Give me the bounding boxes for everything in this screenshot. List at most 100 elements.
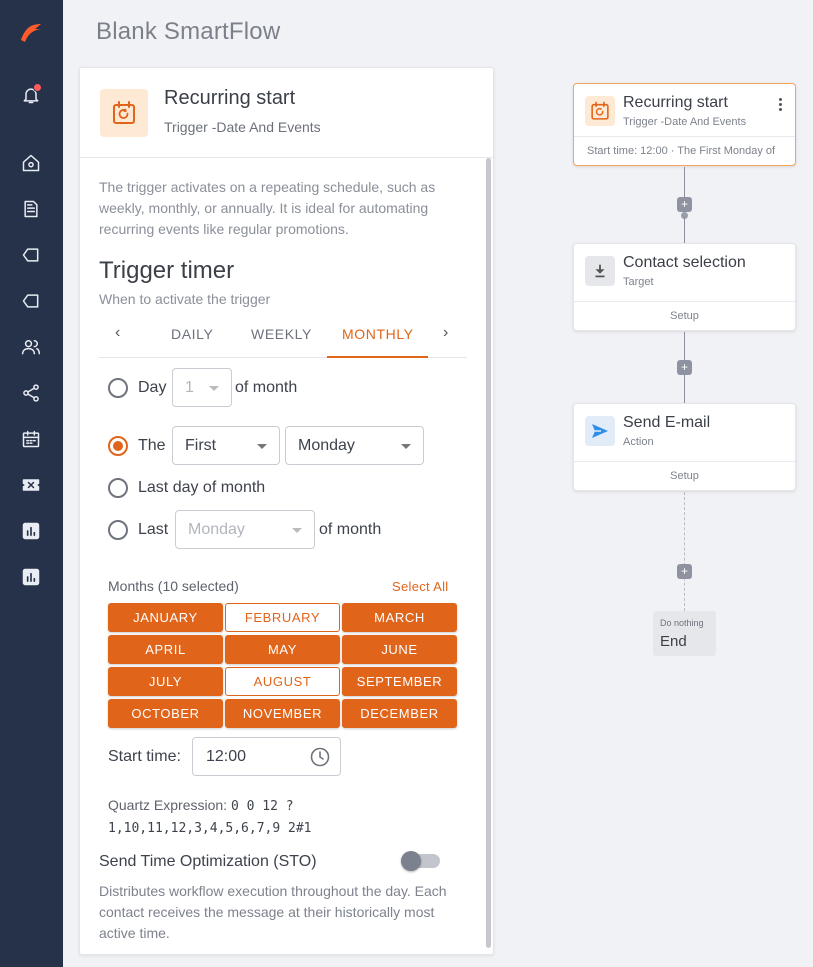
- radio-day-of-month[interactable]: [108, 378, 128, 398]
- trigger-timer-title: Trigger timer: [99, 257, 235, 284]
- day-number-select[interactable]: 1: [172, 368, 232, 407]
- quartz-label: Quartz Expression:: [108, 797, 228, 813]
- the-label: The: [138, 437, 166, 454]
- flow-node-end[interactable]: Do nothing End: [653, 611, 716, 656]
- last-weekday-placeholder: Monday: [188, 521, 245, 538]
- panel-header: Recurring start Trigger -Date And Events: [80, 68, 493, 158]
- label-icon[interactable]: [16, 286, 46, 316]
- month-button-june[interactable]: JUNE: [342, 635, 457, 664]
- months-selected-label: Months (10 selected): [108, 578, 239, 594]
- node-subtitle: Target: [623, 276, 654, 288]
- node-subtitle: Trigger -Date And Events: [623, 116, 747, 128]
- select-all-months-button[interactable]: Select All: [392, 579, 448, 594]
- trigger-description: The trigger activates on a repeating sch…: [99, 179, 436, 237]
- ticket-icon[interactable]: [16, 470, 46, 500]
- active-tab-indicator: [327, 356, 428, 358]
- users-icon[interactable]: [16, 332, 46, 362]
- month-button-february[interactable]: FEBRUARY: [225, 603, 340, 632]
- day-number-value: 1: [185, 379, 194, 396]
- last-of-month-label: of month: [319, 521, 382, 538]
- start-time-value: 12:00: [206, 748, 247, 765]
- chevron-down-icon: [401, 444, 411, 449]
- analytics-icon[interactable]: [16, 562, 46, 592]
- node-title: Send E-mail: [623, 414, 711, 431]
- flow-node-contact-selection[interactable]: Contact selection Target Setup: [573, 243, 796, 331]
- last-day-label: Last day of month: [138, 479, 266, 496]
- month-button-april[interactable]: APRIL: [108, 635, 223, 664]
- add-step-button[interactable]: +: [677, 360, 692, 375]
- funnel-icon: [585, 256, 615, 286]
- month-button-may[interactable]: MAY: [225, 635, 340, 664]
- notification-badge: [33, 83, 42, 92]
- quartz-expression: Quartz Expression: 0 0 12 ? 1,10,11,12,3…: [108, 795, 388, 839]
- radio-last-weekday[interactable]: [108, 520, 128, 540]
- radio-the-weekday[interactable]: [108, 436, 128, 456]
- panel-title: Recurring start: [164, 87, 296, 109]
- node-title: Contact selection: [623, 254, 746, 271]
- sto-title: Send Time Optimization (STO): [99, 853, 317, 870]
- last-label: Last: [138, 521, 169, 538]
- toggle-knob: [401, 851, 421, 871]
- month-button-july[interactable]: JULY: [108, 667, 223, 696]
- ordinal-select[interactable]: First: [172, 426, 280, 465]
- more-options-icon[interactable]: [779, 98, 783, 113]
- month-button-december[interactable]: DECEMBER: [342, 699, 457, 728]
- recurring-calendar-icon: [585, 96, 615, 126]
- bell-icon[interactable]: [16, 80, 46, 110]
- quartz-value-part1: 0 0 12 ?: [230, 799, 294, 814]
- start-time-label: Start time:: [108, 748, 181, 765]
- share-icon[interactable]: [16, 378, 46, 408]
- month-button-january[interactable]: JANUARY: [108, 603, 223, 632]
- page-title: Blank SmartFlow: [96, 18, 281, 45]
- weekday-select[interactable]: Monday: [285, 426, 424, 465]
- add-step-button[interactable]: +: [677, 197, 692, 212]
- node-subtitle: Action: [623, 436, 654, 448]
- end-node-title: End: [660, 633, 687, 650]
- last-weekday-select[interactable]: Monday: [175, 510, 315, 549]
- add-step-button[interactable]: +: [677, 564, 692, 579]
- weekday-value: Monday: [298, 437, 355, 454]
- chevron-down-icon: [209, 386, 219, 391]
- flow-node-send-email[interactable]: Send E-mail Action Setup: [573, 403, 796, 491]
- node-setup-link[interactable]: Setup: [574, 301, 795, 330]
- panel-scrollbar[interactable]: [486, 158, 491, 948]
- node-title: Recurring start: [623, 94, 728, 111]
- home-icon[interactable]: [16, 148, 46, 178]
- start-time-input[interactable]: 12:00: [192, 737, 341, 776]
- tab-monthly[interactable]: MONTHLY: [342, 326, 414, 342]
- of-month-label: of month: [235, 379, 298, 396]
- tabs-next-icon[interactable]: ›: [443, 324, 448, 342]
- month-button-october[interactable]: OCTOBER: [108, 699, 223, 728]
- radio-last-day-of-month[interactable]: [108, 478, 128, 498]
- chevron-down-icon: [257, 444, 267, 449]
- schedule-tabs: ‹ DAILY WEEKLY MONTHLY ›: [99, 314, 467, 358]
- trigger-timer-subtitle: When to activate the trigger: [99, 291, 271, 307]
- logo-icon[interactable]: [16, 17, 46, 47]
- report-icon[interactable]: [16, 516, 46, 546]
- chevron-down-icon: [292, 528, 302, 533]
- month-button-september[interactable]: SEPTEMBER: [342, 667, 457, 696]
- send-icon: [585, 416, 615, 446]
- ordinal-value: First: [185, 437, 217, 454]
- tab-weekly[interactable]: WEEKLY: [251, 326, 312, 342]
- tab-daily[interactable]: DAILY: [171, 326, 213, 342]
- node-footer: Start time: 12:00 · The First Monday of: [574, 136, 795, 165]
- node-setup-link[interactable]: Setup: [574, 461, 795, 490]
- flow-node-recurring-start[interactable]: Recurring start Trigger -Date And Events…: [573, 83, 796, 166]
- clock-icon[interactable]: [310, 747, 330, 767]
- month-button-march[interactable]: MARCH: [342, 603, 457, 632]
- tag-icon[interactable]: [16, 240, 46, 270]
- connector-dashed-line: [684, 492, 685, 611]
- recurring-calendar-icon: [100, 89, 148, 137]
- sto-description: Distributes workflow execution throughou…: [99, 883, 447, 941]
- sto-toggle[interactable]: [401, 851, 440, 871]
- calendar-icon[interactable]: [16, 424, 46, 454]
- quartz-value-part2: 1,10,11,12,3,4,5,6,7,9 2#1: [108, 821, 312, 836]
- panel-subtitle: Trigger -Date And Events: [164, 119, 321, 135]
- sidebar: [0, 0, 63, 967]
- tabs-prev-icon[interactable]: ‹: [115, 324, 120, 342]
- end-node-subtitle: Do nothing: [660, 618, 704, 628]
- month-button-august[interactable]: AUGUST: [225, 667, 340, 696]
- month-button-november[interactable]: NOVEMBER: [225, 699, 340, 728]
- document-icon[interactable]: [16, 194, 46, 224]
